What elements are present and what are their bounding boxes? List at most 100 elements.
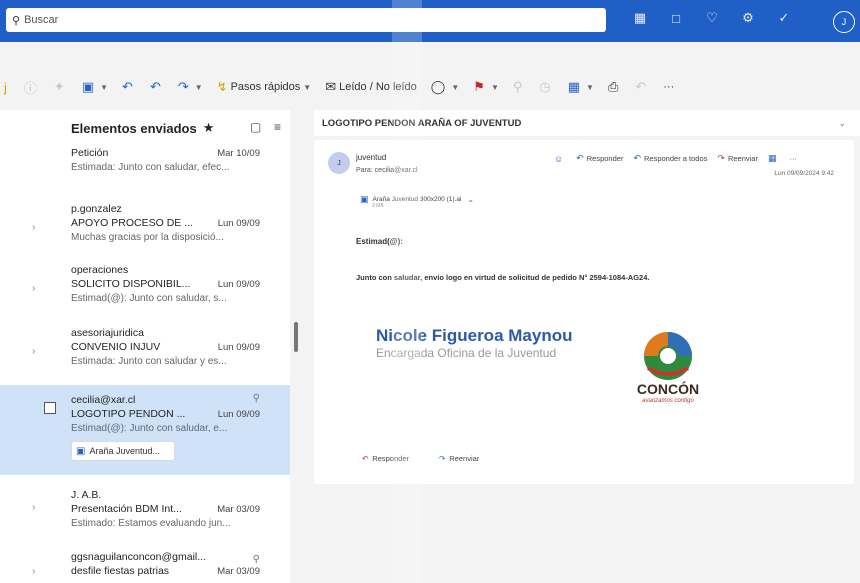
reply-icon: ↶ <box>362 454 369 463</box>
forward-label: Reenviar <box>727 154 758 163</box>
subject-bar: LOGOTIPO PENDON ARAÑA OF JUVENTUD ⌄ <box>314 110 860 136</box>
reply-button[interactable]: ↶ Responder <box>576 153 623 164</box>
select-checkbox[interactable] <box>44 402 56 414</box>
list-item-selected[interactable]: ⚲ cecilia@xar.cl LOGOTIPO PENDON ... Lun … <box>0 385 290 475</box>
read-unread-label: Leído / No leído <box>339 81 417 93</box>
flag-icon[interactable]: ϳ <box>4 80 7 95</box>
rules-icon[interactable]: ▦ <box>568 79 580 95</box>
message-preview: Estimada: Junto con saludar, efec... <box>71 162 230 173</box>
grid-icon[interactable]: ▦ <box>632 10 648 26</box>
sender-avatar[interactable]: J <box>328 152 350 174</box>
message-preview: Estimado: Estamos evaluando jun... <box>71 518 231 529</box>
forward-icon[interactable]: ↷ <box>178 79 189 95</box>
star-icon[interactable]: ★ <box>203 120 215 136</box>
header-icons: ▦ □ ♡ ⚙ ✓ <box>632 10 792 26</box>
search-placeholder: Buscar <box>24 14 59 26</box>
message-subject: desfile fiestas patrias <box>71 565 170 577</box>
list-item[interactable]: › asesoriajuridica CONVENIO INJUV Lun 09/… <box>0 326 290 384</box>
list-item[interactable]: › operaciones SOLICITO DISPONIBIL... Lun … <box>0 263 290 321</box>
chevron-right-icon[interactable]: › <box>32 346 35 357</box>
teams-icon[interactable]: ▦ <box>768 153 780 164</box>
message-date: Mar 10/09 <box>217 148 260 159</box>
footer-forward-label: Reenviar <box>449 454 480 463</box>
ribbon-toolbar: ϳ ⓘ ✦ ▣ ▼ ↶ ↶ ↷ ▼ ↯ Pasos rápidos ▼ ✉ Leído /… <box>0 72 860 102</box>
chevron-right-icon[interactable]: › <box>32 502 35 513</box>
forward-button[interactable]: ↷ Reenviar <box>717 153 758 164</box>
move-icon[interactable]: ▣ <box>82 79 94 95</box>
envelope-icon: ✉ <box>325 79 337 94</box>
list-scrollbar[interactable] <box>294 322 298 352</box>
logo-text: CONCÓN <box>636 381 700 397</box>
snooze-icon: ◷ <box>539 79 551 94</box>
chevron-right-icon[interactable]: › <box>32 566 35 577</box>
file-icon: ▣ <box>76 445 86 457</box>
quick-steps-label: Pasos rápidos <box>230 81 301 93</box>
message-preview: Estimad(@): Junto con saludar, e... <box>71 423 228 434</box>
emoji-icon[interactable]: ☺ <box>554 154 566 164</box>
chevron-down-icon[interactable]: ⌄ <box>838 118 846 129</box>
tag-icon[interactable]: ◯ <box>431 79 446 95</box>
reply-all-button[interactable]: ↶ Responder a todos <box>633 153 707 164</box>
reading-pane: LOGOTIPO PENDON ARAÑA OF JUVENTUD ⌄ J ju… <box>314 110 860 583</box>
attachment-chip[interactable]: ▣ Araña Juventud... <box>71 441 175 461</box>
top-bar: ⚲ Buscar ▦ □ ♡ ⚙ ✓ J <box>0 0 860 42</box>
attachment-row[interactable]: ▣ Araña Juventud 300x200 (1).ai 3 MB ⌄ <box>360 194 474 209</box>
signature-title: Encargada Oficina de la Juventud <box>376 346 557 360</box>
message-subject: Presentación BDM Int... <box>71 503 182 515</box>
read-unread-button[interactable]: ✉ Leído / No leído <box>325 79 417 95</box>
from-name[interactable]: juventud <box>356 153 386 162</box>
chevron-down-icon[interactable]: ⌄ <box>467 195 474 204</box>
quick-steps-button[interactable]: ↯ Pasos rápidos ▼ <box>217 79 312 95</box>
flag-icon[interactable]: ⚑ <box>473 79 485 95</box>
list-item[interactable]: › p.gonzalez APOYO PROCESO DE ... Lun 09/… <box>0 202 290 260</box>
reply-icon[interactable]: ↶ <box>122 79 133 95</box>
attachment-size: 3 MB <box>372 203 384 209</box>
to-line: Para: cecilia@xar.cl <box>356 167 418 174</box>
attachment-name: Araña Juventud 300x200 (1).ai <box>372 196 462 203</box>
message-subject: Petición <box>71 147 109 159</box>
chevron-down-icon[interactable]: ▼ <box>491 83 499 92</box>
bell-icon[interactable]: ♡ <box>704 10 720 26</box>
chevron-down-icon[interactable]: ▼ <box>451 83 459 92</box>
more-icon[interactable]: ··· <box>789 154 797 163</box>
chevron-down-icon[interactable]: ▼ <box>586 83 594 92</box>
gear-icon[interactable]: ⚙ <box>740 10 756 26</box>
chevron-right-icon[interactable]: › <box>32 222 35 233</box>
message-date: Lun 09/09 <box>217 218 260 229</box>
search-icon: ⚲ <box>12 14 21 27</box>
chevron-right-icon[interactable]: › <box>32 283 35 294</box>
email-actions: ☺ ↶ Responder ↶ Responder a todos ↷ Reenvia… <box>554 153 797 164</box>
select-icon[interactable]: ▢ <box>250 120 261 134</box>
account-avatar[interactable]: J <box>833 11 855 33</box>
search-box[interactable]: ⚲ Buscar <box>6 8 606 32</box>
undo-icon: ↶ <box>635 79 647 94</box>
message-preview: Estimad(@): Junto con saludar, s... <box>71 293 227 304</box>
more-button[interactable]: ··· <box>663 81 674 93</box>
chevron-down-icon[interactable]: ▼ <box>100 83 108 92</box>
footer-reply-button[interactable]: ↶ Responder <box>362 454 409 463</box>
message-subject: LOGOTIPO PENDON ... <box>71 408 186 420</box>
message-preview: Estimada: Junto con saludar y es... <box>71 356 227 367</box>
message-subject: SOLICITO DISPONIBIL... <box>71 278 191 290</box>
email-greeting: Estimad(@): <box>356 237 403 246</box>
reply-label: Responder <box>586 154 624 163</box>
list-item[interactable]: › J. A.B. Presentación BDM Int... Mar 03/… <box>0 482 290 540</box>
message-date: Lun 09/09 <box>217 409 260 420</box>
reply-all-icon[interactable]: ↶ <box>150 79 161 95</box>
megaphone-icon[interactable]: ✓ <box>776 10 792 26</box>
footer-reply-label: Responder <box>372 454 409 463</box>
list-item[interactable]: Petición Mar 10/09 Estimada: Junto con sa… <box>0 146 290 194</box>
paperclip-icon: ⚲ <box>252 554 260 565</box>
whiteboard-icon[interactable]: □ <box>668 11 684 26</box>
filter-icon[interactable]: ≡ <box>274 120 281 134</box>
email-time: Lun 09/09/2024 9:42 <box>774 170 834 177</box>
reply-all-icon: ↶ <box>633 153 641 163</box>
message-date: Mar 03/09 <box>217 504 260 515</box>
folder-header: Elementos enviados ★ ▢ ≡ <box>0 110 290 146</box>
message-date: Mar 03/09 <box>217 566 260 577</box>
footer-actions: ↶ Responder ↷ Reenviar <box>362 454 479 463</box>
list-item[interactable]: › ⚲ ggsnaguilanconcon@gmail... desfile f… <box>0 546 290 583</box>
footer-forward-button[interactable]: ↷ Reenviar <box>439 454 479 463</box>
print-icon[interactable]: ⎙ <box>608 79 618 95</box>
chevron-down-icon[interactable]: ▼ <box>195 83 203 92</box>
